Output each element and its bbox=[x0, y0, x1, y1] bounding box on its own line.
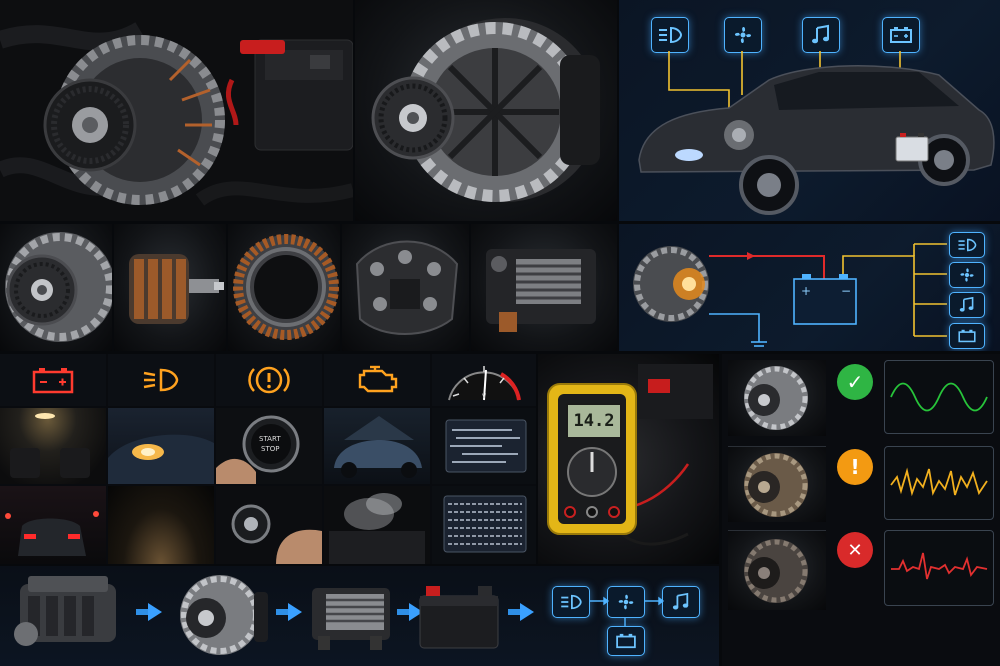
start-button-scene: START STOP bbox=[216, 408, 322, 484]
dim-headlight-scene bbox=[108, 408, 214, 484]
part-stator-photo bbox=[228, 224, 340, 351]
charging-circuit-diagram: + − bbox=[619, 224, 1000, 351]
consumer-links bbox=[589, 596, 665, 626]
engine-bay-illustration bbox=[0, 0, 353, 221]
engine-bay-photo bbox=[0, 0, 353, 221]
status-warning-glyph: ! bbox=[850, 455, 860, 479]
alternator-failed-photo bbox=[728, 530, 826, 610]
waveform-fault bbox=[884, 530, 994, 606]
flow-battery bbox=[416, 578, 502, 654]
multimeter-reading: 14.2 bbox=[566, 403, 622, 439]
voltage-gauge: V bbox=[432, 354, 536, 406]
symptoms-grid: V START STOP bbox=[0, 354, 536, 564]
brake-warning-icon bbox=[216, 354, 322, 406]
waveform-warning bbox=[884, 446, 994, 520]
alternator-new-photo bbox=[728, 360, 826, 436]
battery-warning-icon bbox=[0, 354, 106, 406]
car-hood-open-scene bbox=[324, 408, 430, 484]
pulley-illustration bbox=[5, 232, 112, 342]
part-rectifier-photo bbox=[342, 224, 469, 351]
stator-illustration bbox=[233, 234, 339, 340]
status-fault-icon: ✕ bbox=[837, 532, 873, 568]
part-rotor-photo bbox=[114, 224, 226, 351]
traffic-night-scene bbox=[0, 486, 106, 564]
health-status-column: ✓ ! ✕ bbox=[722, 354, 1000, 666]
flow-arrow-1 bbox=[136, 609, 148, 615]
car-illustration bbox=[638, 51, 995, 215]
multimeter-test-photo: 14.2 bbox=[538, 354, 719, 564]
smoking-engine-scene bbox=[324, 486, 430, 564]
flow-arrow-3 bbox=[397, 609, 409, 615]
status-warning-icon: ! bbox=[837, 449, 873, 485]
flow-arrow-2 bbox=[276, 609, 288, 615]
flow-arrow-4 bbox=[508, 609, 520, 615]
status-ok-icon: ✓ bbox=[837, 364, 873, 400]
regulator-illustration bbox=[486, 249, 596, 332]
status-fault-glyph: ✕ bbox=[847, 539, 863, 561]
flow-arrow-2-head bbox=[288, 603, 302, 621]
dashboard-glitch-scene bbox=[432, 408, 536, 484]
key-ignition-scene bbox=[216, 486, 322, 564]
start-label: START bbox=[259, 435, 281, 443]
flow-arrow-1-head bbox=[148, 603, 162, 621]
alternator-illustration bbox=[371, 18, 600, 202]
part-regulator-photo bbox=[471, 224, 617, 351]
flow-engine bbox=[8, 570, 128, 660]
hero-alternator-photo bbox=[355, 0, 617, 221]
flow-regulator bbox=[306, 578, 396, 654]
car-electrical-diagram bbox=[619, 0, 1000, 221]
waveform-ok bbox=[884, 360, 994, 434]
rotor-illustration bbox=[129, 254, 224, 324]
check-engine-icon bbox=[324, 354, 430, 406]
status-ok-glyph: ✓ bbox=[846, 370, 864, 394]
headlight-warning-icon bbox=[108, 354, 214, 406]
stop-label: STOP bbox=[261, 445, 280, 453]
multimeter-illustration bbox=[547, 364, 713, 546]
music-icon bbox=[949, 292, 985, 318]
alternator-worn-photo bbox=[728, 446, 826, 522]
flow-arrow-4-head bbox=[520, 603, 534, 621]
fan-icon bbox=[949, 262, 985, 288]
headlight-icon bbox=[949, 232, 985, 258]
flow-alternator bbox=[166, 568, 270, 662]
rectifier-illustration bbox=[355, 240, 459, 335]
part-pulley-photo bbox=[0, 224, 112, 351]
battery-icon bbox=[949, 323, 985, 349]
battery-plus-label: + bbox=[801, 284, 812, 298]
battery-minus-label: − bbox=[841, 284, 852, 298]
power-flow-strip bbox=[0, 566, 719, 666]
dim-cabin-light-scene bbox=[0, 408, 106, 484]
dashboard-static-scene bbox=[432, 486, 536, 564]
dark-road-scene bbox=[108, 486, 214, 564]
